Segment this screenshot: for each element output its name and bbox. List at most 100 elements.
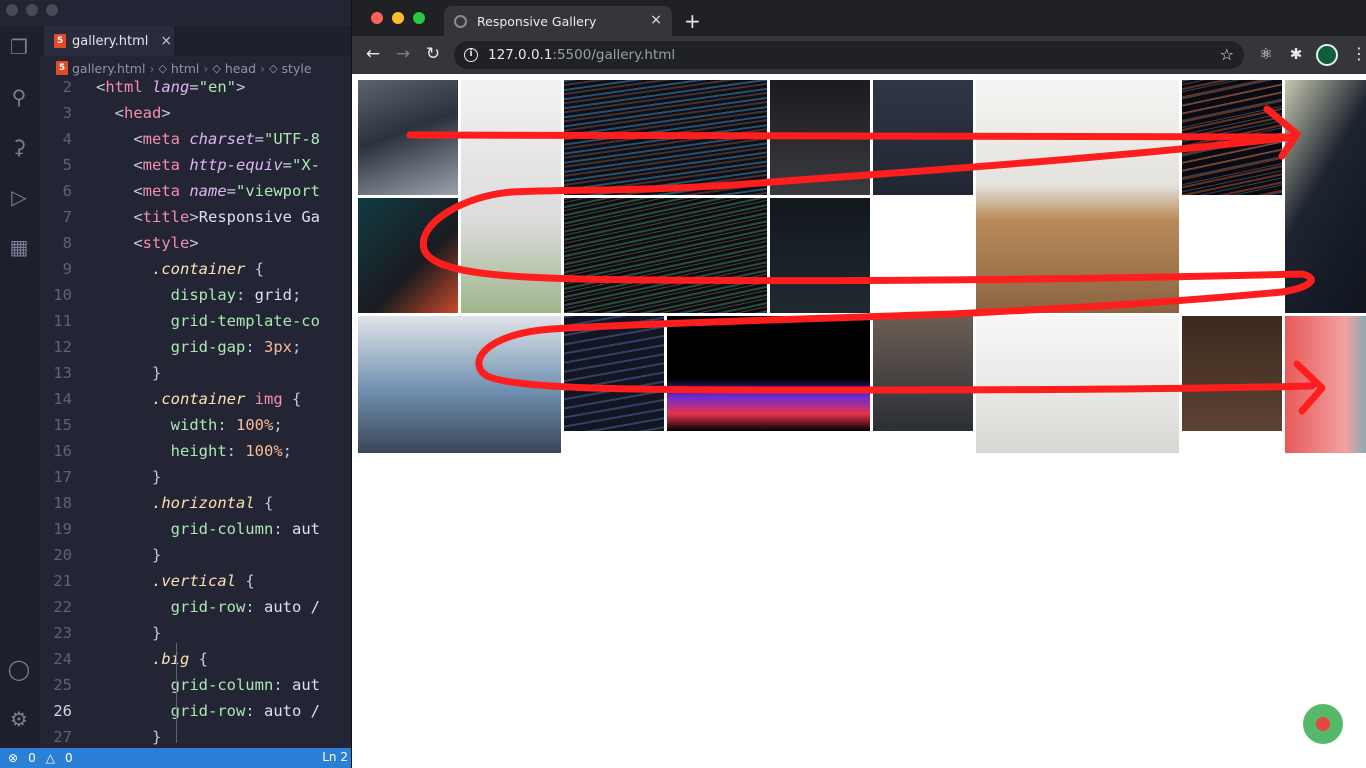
code-token: charset	[189, 130, 255, 148]
indent-guide	[176, 643, 186, 743]
line-number: 6	[62, 182, 72, 200]
html5-icon: 5	[54, 34, 66, 48]
code-line[interactable]: 12 grid-gap: 3px;	[40, 334, 360, 360]
close-window-button[interactable]	[6, 4, 18, 16]
line-number: 17	[53, 468, 72, 486]
window-controls	[371, 12, 425, 24]
source-control-icon[interactable]: ⚳	[6, 134, 32, 160]
line-number: 23	[53, 624, 72, 642]
page-viewport	[352, 74, 1366, 768]
extensions-icon[interactable]: ▦	[6, 234, 32, 260]
code-token: :	[273, 676, 292, 694]
warning-icon[interactable]: △	[46, 751, 55, 765]
photo-man-at-desk	[873, 316, 973, 431]
maximize-window-button[interactable]	[46, 4, 58, 16]
globe-icon	[454, 14, 467, 28]
code-line[interactable]: 18 .horizontal {	[40, 490, 360, 516]
minimize-window-button[interactable]	[392, 12, 404, 24]
browser-tab[interactable]: Responsive Gallery ×	[444, 6, 672, 36]
photo-colored-code	[1182, 80, 1282, 195]
code-line[interactable]: 17 }	[40, 464, 360, 490]
line-number: 9	[62, 260, 72, 278]
line-number: 27	[53, 728, 72, 746]
url-text[interactable]: 127.0.0.1:5500/gallery.html	[488, 47, 675, 63]
photo-dark-monitors	[770, 80, 870, 195]
maximize-window-button[interactable]	[413, 12, 425, 24]
code-line[interactable]: 15 width: 100%;	[40, 412, 360, 438]
code-line[interactable]: 21 .vertical {	[40, 568, 360, 594]
line-number: 21	[53, 572, 72, 590]
code-line[interactable]: 8 <style>	[40, 230, 360, 256]
code-token: <	[133, 208, 143, 226]
code-token: grid-template-co	[170, 312, 320, 330]
photo-laptop-code-side	[1285, 80, 1366, 313]
profile-avatar[interactable]	[1316, 44, 1338, 66]
close-tab-icon[interactable]: ×	[160, 33, 172, 49]
forward-arrow-icon[interactable]: →	[392, 44, 414, 64]
info-icon[interactable]: i	[464, 48, 478, 62]
code-line[interactable]: 5 <meta http-equiv="X-	[40, 152, 360, 178]
reload-icon[interactable]: ↻	[422, 44, 444, 64]
error-icon[interactable]: ⊗	[8, 751, 18, 765]
code-line[interactable]: 11 grid-template-co	[40, 308, 360, 334]
code-token: "viewport	[236, 182, 321, 200]
code-line[interactable]: 20 }	[40, 542, 360, 568]
bookmark-star-icon[interactable]: ☆	[1220, 45, 1234, 64]
code-line[interactable]: 4 <meta charset="UTF-8	[40, 126, 360, 152]
kebab-menu-icon[interactable]: ⋮	[1351, 44, 1366, 63]
code-line[interactable]: 19 grid-column: aut	[40, 516, 360, 542]
record-button[interactable]	[1303, 704, 1343, 744]
react-devtools-icon[interactable]: ⚛	[1256, 45, 1276, 63]
editor-tab-gallery[interactable]: 5 gallery.html ×	[44, 26, 174, 56]
search-icon[interactable]: ⚲	[6, 84, 32, 110]
code-token: <	[96, 78, 106, 96]
code-line[interactable]: 10 display: grid;	[40, 282, 360, 308]
code-token: :	[235, 286, 255, 304]
settings-gear-icon[interactable]: ⚙	[6, 706, 32, 732]
address-bar[interactable]: i 127.0.0.1:5500/gallery.html ☆	[454, 41, 1244, 69]
code-token: }	[152, 546, 162, 564]
record-dot-icon	[1316, 717, 1330, 731]
code-token: <	[133, 156, 143, 174]
back-arrow-icon[interactable]: ←	[362, 44, 384, 64]
new-tab-plus-icon[interactable]: +	[684, 9, 701, 33]
code-token: .container	[152, 260, 246, 278]
explorer-icon[interactable]: ❐	[6, 34, 32, 60]
code-line[interactable]: 25 grid-column: aut	[40, 672, 360, 698]
code-line[interactable]: 26 grid-row: auto /	[40, 698, 360, 724]
minimize-window-button[interactable]	[26, 4, 38, 16]
photo-tablet-plant	[461, 80, 561, 313]
cursor-position[interactable]: Ln 2	[322, 750, 348, 764]
code-token: html	[105, 78, 153, 96]
code-token: <	[133, 182, 143, 200]
code-line[interactable]: 9 .container {	[40, 256, 360, 282]
code-token: http-equiv	[189, 156, 283, 174]
code-token: meta	[142, 182, 190, 200]
code-token: <	[114, 104, 125, 122]
code-line[interactable]: 13 }	[40, 360, 360, 386]
code-token: "UTF-8	[264, 130, 321, 148]
code-editor[interactable]: 2 <html lang="en"> 3 <head> 4 <meta charset…	[40, 74, 360, 746]
close-window-button[interactable]	[371, 12, 383, 24]
code-token: {	[282, 390, 302, 408]
code-line[interactable]: 22 grid-row: auto /	[40, 594, 360, 620]
code-line[interactable]: 27 }	[40, 724, 360, 746]
photo-wood-desk-setup	[976, 80, 1179, 313]
photo-desk-monitor	[873, 80, 973, 195]
image-gallery-grid	[358, 80, 1366, 453]
code-line[interactable]: 16 height: 100%;	[40, 438, 360, 464]
close-tab-icon[interactable]: ×	[650, 12, 662, 28]
code-line[interactable]: 3 <head>	[40, 100, 360, 126]
code-line[interactable]: 14 .container img {	[40, 386, 360, 412]
code-token: {	[189, 650, 208, 668]
status-bar: ⊗ 0 △ 0 Ln 2	[0, 748, 360, 768]
code-line[interactable]: 6 <meta name="viewport	[40, 178, 360, 204]
code-token: :	[245, 598, 264, 616]
account-icon[interactable]: ◯	[6, 656, 32, 682]
code-line[interactable]: 23 }	[40, 620, 360, 646]
extensions-puzzle-icon[interactable]: ✱	[1286, 45, 1306, 63]
code-line[interactable]: 2 <html lang="en">	[40, 74, 360, 100]
code-line[interactable]: 24 .big {	[40, 646, 360, 672]
code-line[interactable]: 7 <title>Responsive Ga	[40, 204, 360, 230]
run-debug-icon[interactable]: ▷	[6, 184, 32, 210]
